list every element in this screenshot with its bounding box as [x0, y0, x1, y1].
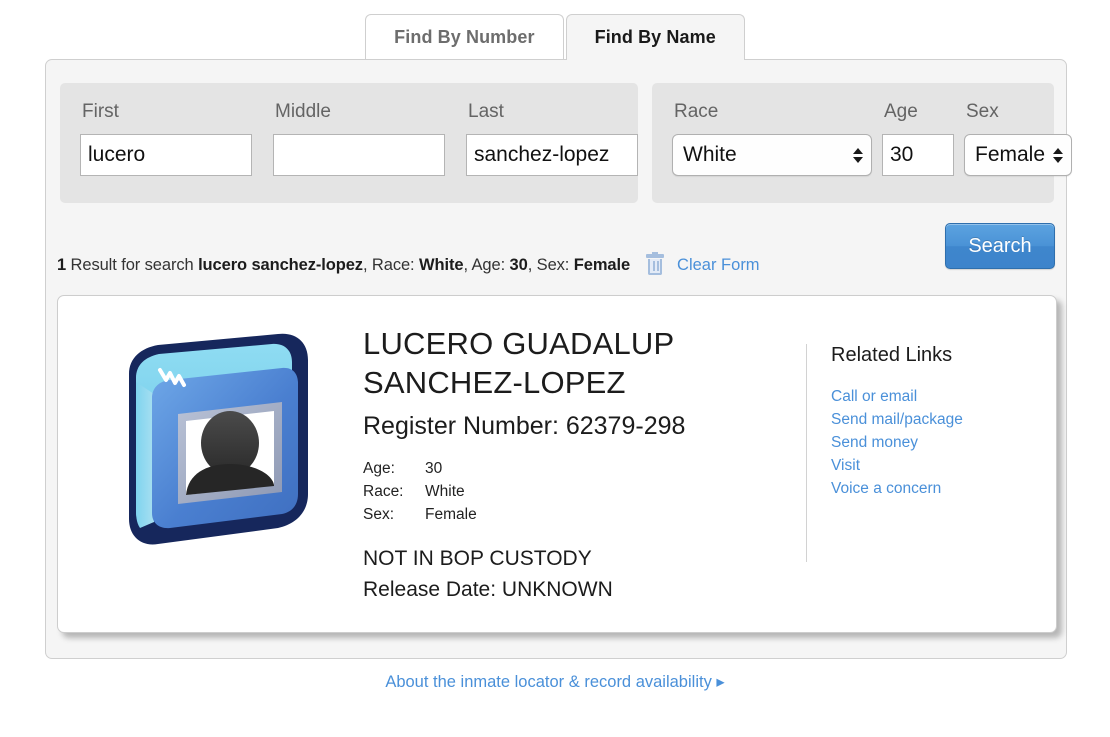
search-panel: First Middle Last Race White — [45, 59, 1072, 659]
result-summary-text: 1 Result for search lucero sanchez-lopez… — [57, 256, 630, 275]
tab-bar: Find By Number Find By Name — [0, 0, 1110, 61]
tab-find-by-name[interactable]: Find By Name — [565, 14, 745, 61]
label-age: Age — [884, 101, 918, 122]
related-link-send-mail-package[interactable]: Send mail/package — [831, 408, 1026, 431]
attribute-value-age: 30 — [425, 460, 443, 477]
label-first: First — [82, 101, 119, 122]
footer: About the inmate locator & record availa… — [0, 672, 1110, 692]
attribute-key-race: Race: — [363, 483, 404, 500]
age-value: 30 — [509, 255, 528, 274]
sex-select-value: Female — [975, 143, 1046, 166]
related-link-call-or-email[interactable]: Call or email — [831, 385, 1026, 408]
sex-select[interactable]: Female — [964, 134, 1072, 176]
attribute-key-sex: Sex: — [363, 506, 395, 523]
inmate-attributes: Age: 30 Race: White Sex: Female — [363, 457, 753, 526]
inmate-details: LUCERO GUADALUP SANCHEZ-LOPEZ Register N… — [363, 324, 753, 605]
related-links-title: Related Links — [831, 344, 953, 366]
result-word: Result for search — [66, 255, 199, 274]
race-key: , Race: — [362, 255, 420, 274]
label-sex: Sex — [966, 101, 999, 122]
attribute-value-sex: Female — [425, 506, 477, 523]
chevron-updown-icon — [853, 147, 863, 163]
attribute-row-race: Race: White — [363, 480, 753, 503]
attribute-value-race: White — [425, 483, 465, 500]
sex-value: Female — [573, 255, 631, 274]
trash-icon[interactable] — [646, 252, 665, 276]
sex-key: , Sex: — [527, 255, 574, 274]
custody-status: NOT IN BOP CUSTODY — [363, 547, 592, 570]
field-age: Age — [882, 101, 954, 176]
attribute-row-sex: Sex: Female — [363, 503, 753, 526]
middle-name-input[interactable] — [273, 134, 445, 176]
inmate-result-card: LUCERO GUADALUP SANCHEZ-LOPEZ Register N… — [57, 295, 1057, 633]
search-button[interactable]: Search — [945, 223, 1055, 269]
field-first: First — [80, 101, 252, 176]
race-value: White — [419, 255, 464, 274]
name-fields-group: First Middle Last — [60, 83, 638, 203]
search-terms: lucero sanchez-lopez — [198, 255, 363, 274]
demographic-fields-group: Race White Age Sex Female — [652, 83, 1072, 203]
attribute-row-age: Age: 30 — [363, 457, 753, 480]
about-inmate-locator-link[interactable]: About the inmate locator & record availa… — [385, 673, 724, 691]
tab-find-by-number-label: Find By Number — [394, 27, 535, 47]
result-summary: 1 Result for search lucero sanchez-lopez… — [57, 235, 1057, 295]
search-form: First Middle Last Race White — [60, 83, 1072, 203]
field-race: Race White — [672, 101, 872, 176]
related-link-voice-a-concern[interactable]: Voice a concern — [831, 477, 1026, 500]
photo-placeholder-icon — [96, 322, 336, 562]
label-last: Last — [468, 101, 504, 122]
age-input[interactable] — [882, 134, 954, 176]
race-select[interactable]: White — [672, 134, 872, 176]
age-key: , Age: — [463, 255, 510, 274]
race-select-value: White — [683, 143, 737, 166]
tab-find-by-number[interactable]: Find By Number — [365, 14, 564, 60]
result-count: 1 — [57, 255, 67, 274]
field-sex: Sex Female — [964, 101, 1072, 176]
clear-form-link[interactable]: Clear Form — [677, 256, 760, 275]
related-links-section: Related Links Call or email Send mail/pa… — [806, 344, 1026, 562]
inmate-name: LUCERO GUADALUP SANCHEZ-LOPEZ — [363, 326, 674, 400]
chevron-updown-icon — [1053, 147, 1064, 163]
attribute-key-age: Age: — [363, 460, 395, 477]
related-link-send-money[interactable]: Send money — [831, 431, 1026, 454]
field-last: Last — [466, 101, 638, 176]
page-root: Find By Number Find By Name First Middle… — [0, 0, 1110, 737]
release-date: Release Date: UNKNOWN — [363, 578, 613, 601]
label-middle: Middle — [275, 101, 331, 122]
first-name-input[interactable] — [80, 134, 252, 176]
tab-find-by-name-label: Find By Name — [594, 27, 716, 47]
related-link-visit[interactable]: Visit — [831, 454, 1026, 477]
field-middle: Middle — [273, 101, 445, 176]
search-button-label: Search — [968, 234, 1032, 257]
label-race: Race — [674, 101, 719, 122]
last-name-input[interactable] — [466, 134, 638, 176]
register-number: Register Number: 62379-298 — [363, 412, 686, 440]
